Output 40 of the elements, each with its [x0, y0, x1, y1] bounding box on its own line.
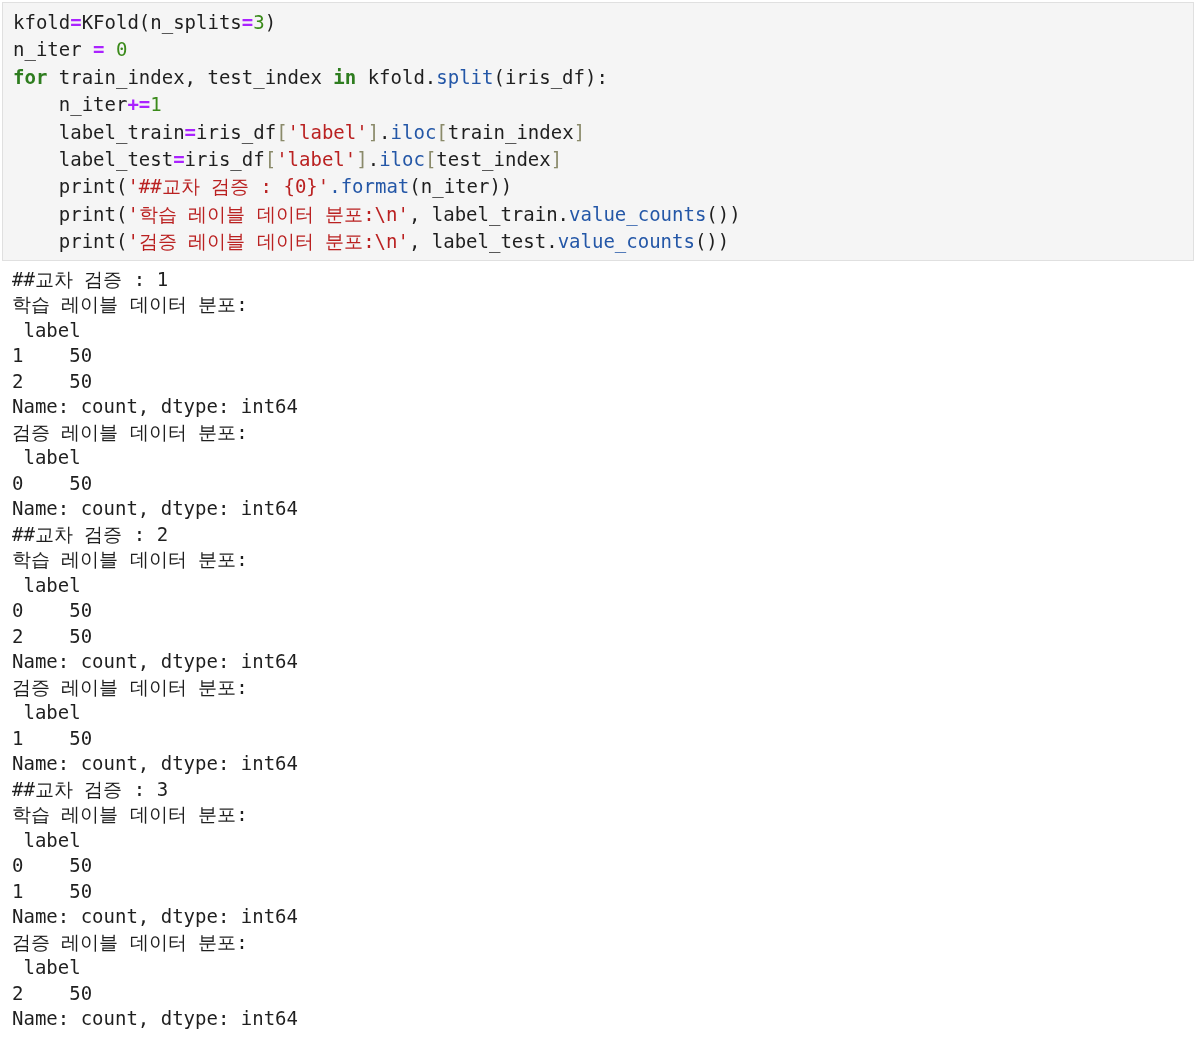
- code-line: kfold=KFold(n_splits=3): [13, 10, 278, 36]
- output-line: Name: count, dtype: int64: [12, 394, 299, 420]
- output-line: 검증 레이블 데이터 분포:: [12, 419, 249, 445]
- output-line: 0 50: [12, 598, 94, 624]
- output-line: label: [22, 955, 82, 981]
- code-line: print('학습 레이블 데이터 분포:\n', label_train.value_counts()): [57, 201, 742, 228]
- output-line: 학습 레이블 데이터 분포:: [12, 292, 249, 318]
- output-line: 2 50: [12, 980, 94, 1006]
- code-line: n_iter+=1: [57, 92, 163, 118]
- output-line: Name: count, dtype: int64: [12, 1006, 299, 1032]
- output-line: ##교차 검증 : 2: [12, 521, 170, 547]
- code-line: print('##교차 검증 : {0}'.format(n_iter)): [57, 174, 514, 200]
- output-line: Name: count, dtype: int64: [12, 649, 299, 675]
- output-line: 검증 레이블 데이터 분포:: [12, 674, 249, 700]
- output-line: 검증 레이블 데이터 분포:: [12, 929, 249, 955]
- output-line: label: [22, 317, 82, 343]
- output-line: label: [22, 700, 82, 726]
- output-line: 1 50: [12, 725, 94, 751]
- output-line: 0 50: [12, 853, 94, 879]
- code-line: label_train=iris_df['label'].iloc[train_index]: [57, 119, 587, 146]
- output-line: 학습 레이블 데이터 분포:: [12, 802, 249, 828]
- output-line: 1 50: [12, 878, 94, 904]
- output-line: Name: count, dtype: int64: [12, 904, 299, 930]
- output-line: label: [22, 445, 82, 471]
- code-line: for train_index, test_index in kfold.split(iris_df):: [13, 64, 609, 91]
- output-line: ##교차 검증 : 3: [12, 776, 170, 802]
- output-line: Name: count, dtype: int64: [12, 496, 299, 522]
- code-cell[interactable]: [2, 2, 1194, 261]
- output-line: 0 50: [12, 470, 94, 496]
- output-line: 2 50: [12, 368, 94, 394]
- output-line: 2 50: [12, 623, 94, 649]
- code-line: n_iter = 0: [13, 37, 129, 63]
- output-line: 1 50: [12, 343, 94, 369]
- output-line: Name: count, dtype: int64: [12, 751, 299, 777]
- output-line: label: [22, 827, 82, 853]
- code-line: label_test=iris_df['label'].iloc[test_index]: [57, 147, 564, 173]
- code-line: print('검증 레이블 데이터 분포:\n', label_test.value_counts()): [57, 229, 731, 255]
- output-line: label: [22, 572, 82, 598]
- output-line: ##교차 검증 : 1: [12, 266, 170, 292]
- output-line: 학습 레이블 데이터 분포:: [12, 547, 249, 573]
